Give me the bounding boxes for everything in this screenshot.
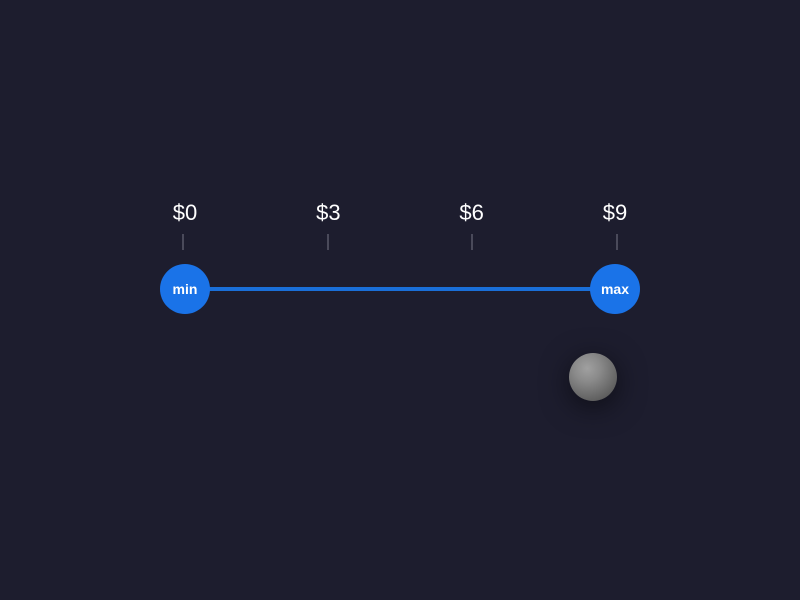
tick-mark — [327, 234, 329, 250]
tick-labels-row: $0 $3 $6 $9 — [160, 200, 640, 226]
price-range-slider[interactable]: $0 $3 $6 $9 min max — [160, 200, 640, 314]
slider-track-container[interactable]: min max — [160, 264, 640, 314]
tick-label: $6 — [447, 200, 497, 226]
slider-max-handle-label: max — [601, 281, 629, 297]
tick-label: $9 — [590, 200, 640, 226]
tick-mark — [182, 234, 184, 250]
cursor-icon — [569, 353, 617, 401]
tick-mark — [471, 234, 473, 250]
tick-label: $0 — [160, 200, 210, 226]
slider-max-handle[interactable]: max — [590, 264, 640, 314]
slider-track-fill — [185, 287, 615, 291]
slider-min-handle-label: min — [173, 281, 198, 297]
tick-mark — [616, 234, 618, 250]
tick-label: $3 — [303, 200, 353, 226]
tick-marks-row — [160, 234, 640, 250]
slider-min-handle[interactable]: min — [160, 264, 210, 314]
